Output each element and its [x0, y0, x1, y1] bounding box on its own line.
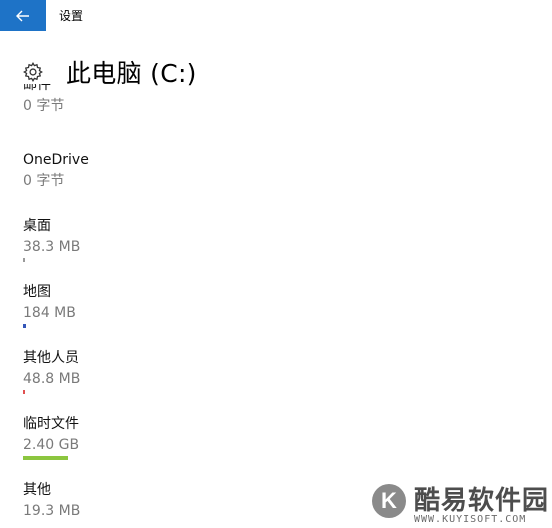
item-name: 邮件: [23, 84, 51, 93]
list-item[interactable]: 临时文件 2.40 GB: [23, 415, 543, 460]
list-item[interactable]: 其他人员 48.8 MB: [23, 349, 543, 394]
usage-bar-fill: [23, 324, 26, 328]
item-name: 其他人员: [23, 350, 79, 366]
item-size: 0 字节: [23, 98, 65, 114]
title-bar: 设置: [0, 0, 552, 31]
usage-bar: [23, 390, 323, 394]
item-size: 0 字节: [23, 173, 65, 189]
usage-bar: [23, 456, 323, 460]
usage-bar-fill: [23, 258, 25, 262]
item-name: 临时文件: [23, 416, 79, 432]
usage-bar: [23, 324, 323, 328]
usage-bar-fill: [23, 456, 68, 460]
list-item[interactable]: 邮件 0 字节: [23, 84, 543, 115]
watermark-url: WWW.KUYISOFT.COM: [414, 514, 527, 525]
storage-category-list: 邮件 0 字节 OneDrive 0 字节 桌面 38.3 MB 地图 184 …: [0, 84, 552, 528]
back-button[interactable]: [0, 0, 46, 31]
list-item[interactable]: OneDrive 0 字节: [23, 151, 543, 190]
item-size: 2.40 GB: [23, 437, 80, 453]
item-size: 184 MB: [23, 305, 76, 321]
list-item[interactable]: 地图 184 MB: [23, 283, 543, 328]
usage-bar-fill: [23, 390, 25, 394]
watermark: K 酷易软件园 WWW.KUYISOFT.COM: [372, 478, 552, 528]
watermark-logo-icon: K: [372, 484, 406, 518]
app-title: 设置: [59, 9, 84, 23]
usage-bar: [23, 258, 323, 262]
item-size: 48.8 MB: [23, 371, 81, 387]
item-name: 桌面: [23, 218, 51, 234]
watermark-name: 酷易软件园: [414, 486, 550, 516]
item-name: 地图: [23, 284, 51, 300]
item-size: 38.3 MB: [23, 239, 81, 255]
gear-icon: [23, 62, 43, 82]
list-item[interactable]: 桌面 38.3 MB: [23, 217, 543, 262]
item-name: OneDrive: [23, 152, 89, 168]
back-arrow-icon: [16, 10, 29, 21]
